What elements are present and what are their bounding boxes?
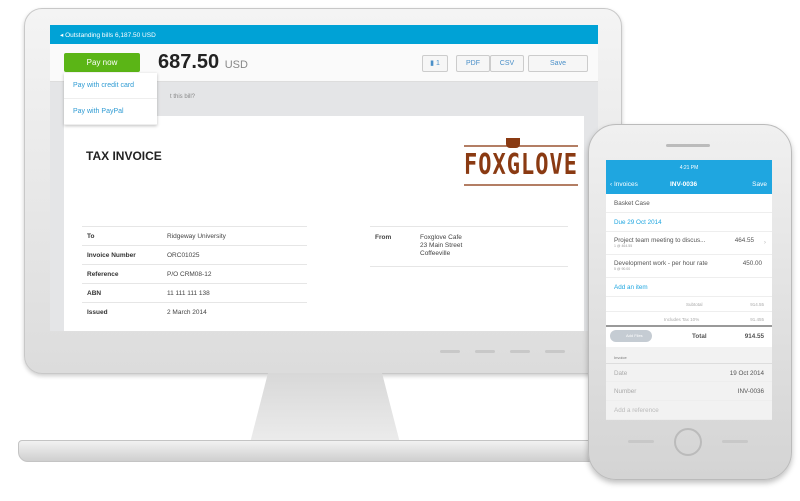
add-files-button[interactable]: Add Files [610, 330, 652, 342]
monitor-decoration [510, 350, 530, 353]
subtotal-row: Subtotal 914.55 [606, 297, 772, 312]
phone-screen: 4:21 PM ‹ Invoices INV-0036 Save Basket … [606, 160, 772, 420]
currency: USD [224, 59, 248, 71]
pay-options-dropdown: Pay with credit card Pay with PayPal [64, 73, 157, 125]
file-icon: ▮ [430, 60, 434, 67]
monitor-stand [250, 373, 400, 443]
pdf-button[interactable]: PDF [456, 55, 490, 72]
pay-paypal-option[interactable]: Pay with PayPal [64, 99, 157, 125]
desktop-screen: ◂ Outstanding bills 6,187.50 USD Pay now… [50, 25, 598, 331]
pay-now-button[interactable]: Pay now [64, 53, 140, 72]
total-label: Total [692, 333, 707, 340]
invoice-section: Invoice Date 19 Oct 2014 Number INV-0036 A… [606, 347, 772, 420]
monitor-decoration [440, 350, 460, 353]
back-link-label: Outstanding bills 6,187.50 USD [65, 32, 156, 39]
phone-decoration [628, 440, 654, 443]
nav-bar: ‹ Invoices INV-0036 Save [606, 176, 772, 194]
table-row: Issued 2 March 2014 [82, 302, 307, 322]
date-field[interactable]: Date 19 Oct 2014 [606, 363, 772, 382]
monitor-decoration [475, 350, 495, 353]
home-button[interactable] [674, 428, 702, 456]
attachments-button[interactable]: ▮ 1 [422, 55, 448, 72]
tax-row: Includes Tax 10% 91.455 [606, 312, 772, 327]
back-link[interactable]: ◂ Outstanding bills 6,187.50 USD [50, 25, 598, 44]
from-address: Foxglove Cafe 23 Main Street Coffeeville [420, 234, 463, 257]
back-button[interactable]: ‹ Invoices [610, 181, 638, 188]
phone-decoration [722, 440, 748, 443]
status-bar: 4:21 PM [606, 160, 772, 176]
from-block: From Foxglove Cafe 23 Main Street Coffeevi… [370, 226, 568, 267]
table-row: ABN 11 111 111 138 [82, 283, 307, 303]
line-item[interactable]: Development work - per hour rate 450.00 5 … [606, 255, 772, 278]
foxglove-logo: FOXGLOVE [464, 138, 578, 193]
amount: 687.50 USD [158, 51, 248, 73]
invoice-document: TAX INVOICE FOXGLOVE To Ridgeway Universi… [64, 116, 584, 331]
contact[interactable]: Basket Case [606, 194, 772, 213]
add-item-button[interactable]: Add an item [606, 278, 772, 297]
due-date[interactable]: Due 29 Oct 2014 [606, 213, 772, 232]
table-row: Reference P/O CRM08-12 [82, 264, 307, 284]
save-button[interactable]: Save [528, 55, 588, 72]
pay-credit-card-option[interactable]: Pay with credit card [64, 73, 157, 99]
phone-speaker [666, 144, 710, 147]
line-item[interactable]: Project team meeting to discus... 464.55 1… [606, 232, 772, 255]
chevron-right-icon: › [763, 239, 766, 246]
reference-field[interactable]: Add a reference [606, 401, 772, 420]
table-row: Invoice Number ORC01025 [82, 245, 307, 265]
nav-title: INV-0036 [670, 181, 698, 188]
hint-text: t this bill? [170, 94, 196, 100]
save-button[interactable]: Save [752, 181, 767, 188]
csv-button[interactable]: CSV [490, 55, 524, 72]
table-row: To Ridgeway University [82, 226, 307, 246]
invoice-title: TAX INVOICE [86, 149, 162, 163]
number-field[interactable]: Number INV-0036 [606, 382, 772, 401]
monitor-base [18, 440, 628, 462]
total-value: 914.55 [744, 333, 764, 340]
invoice-details: To Ridgeway University Invoice Number ORC0… [82, 226, 307, 322]
monitor-decoration [545, 350, 565, 353]
